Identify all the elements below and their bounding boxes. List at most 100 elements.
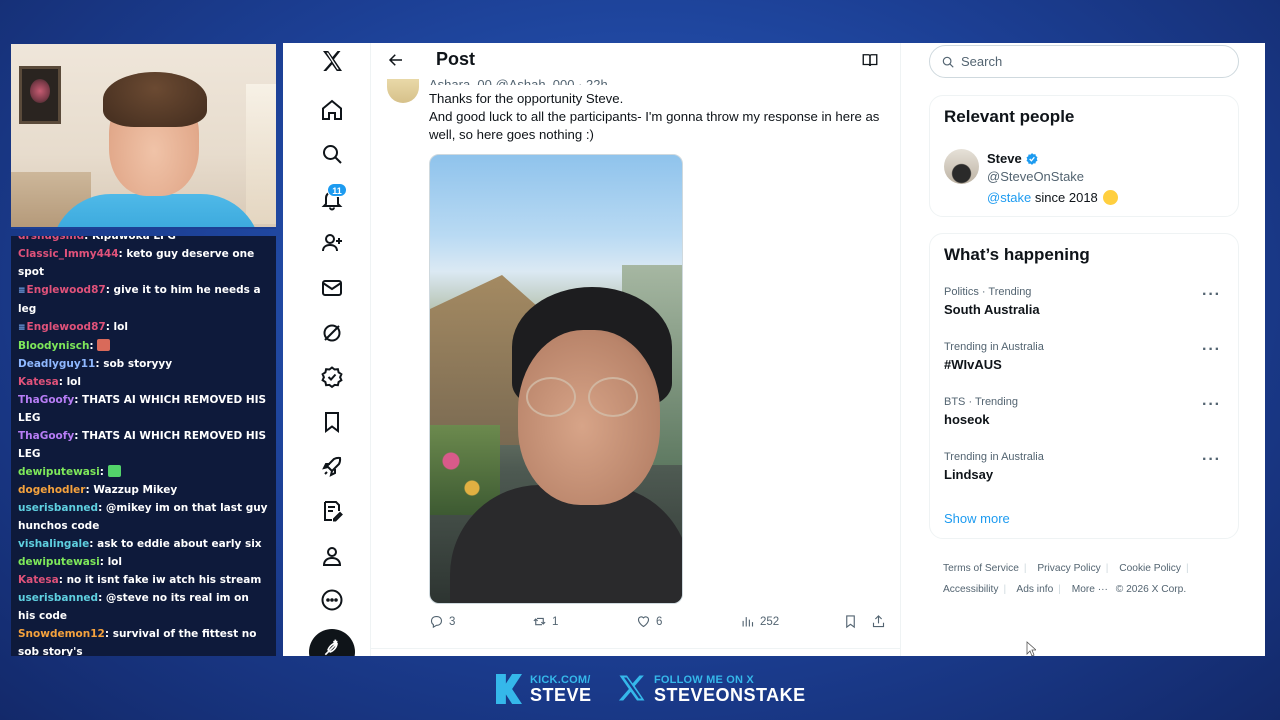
chat-separator: : [58,376,67,388]
webcam-feed [11,44,276,229]
home-icon[interactable] [319,97,345,123]
chat-username[interactable]: Bloodynisch [18,340,89,352]
bookmark-button[interactable] [843,614,858,629]
chat-username[interactable]: dogehodler [18,484,85,496]
tweet-line-2: And good luck to all the participants- I… [429,109,880,142]
chat-username[interactable]: ThaGoofy [18,430,74,442]
articles-icon[interactable] [319,498,345,524]
mouse-cursor-icon [1026,641,1036,657]
bookmarks-icon[interactable] [319,409,345,435]
chat-message: vishalingale: ask to eddie about early s… [18,535,269,553]
verified-orgs-icon[interactable] [319,364,345,390]
x-handle: STEVEONSTAKE [654,685,806,705]
post-divider [371,648,900,649]
chat-separator: : [58,574,67,586]
back-arrow-icon[interactable] [387,51,407,71]
chat-username[interactable]: ThaGoofy [18,394,74,406]
more-link[interactable]: More ··· [1072,584,1108,595]
cookie-link[interactable]: Cookie Policy [1119,563,1181,574]
chat-separator: : [104,628,113,640]
search-input[interactable] [961,54,1211,69]
chat-username[interactable]: dewiputewasi [18,466,100,478]
chat-badge-icon: ≡ [18,286,26,296]
chat-username[interactable]: Classic_Immy444 [18,248,119,260]
tweet-video[interactable] [429,154,683,604]
chat-username[interactable]: userisbanned [18,502,98,514]
trend-name: Lindsay [944,467,994,482]
chat-separator: : [98,502,106,514]
chat-message: ThaGoofy: THATS AI WHICH REMOVED HIS LEG [18,427,269,463]
trend-item[interactable]: Trending in Australia Lindsay ··· [944,451,1229,482]
tweet-author-avatar[interactable] [387,79,419,103]
chat-message: Katesa: lol [18,373,269,391]
relevant-person-handle[interactable]: @SteveOnStake [987,169,1084,184]
accessibility-link[interactable]: Accessibility [943,584,998,595]
post-header: Post [371,43,900,79]
trend-more-icon[interactable]: ··· [1202,341,1221,359]
ads-info-link[interactable]: Ads info [1016,584,1053,595]
chat-username[interactable]: Englewood87 [27,284,106,296]
trend-more-icon[interactable]: ··· [1202,286,1221,304]
terms-link[interactable]: Terms of Service [943,563,1019,574]
x-logo-icon[interactable] [319,48,345,74]
bio-mention-link[interactable]: @stake [987,190,1031,205]
copyright-text: © 2026 X Corp. [1115,584,1187,595]
chat-username[interactable]: userisbanned [18,592,98,604]
trend-more-icon[interactable]: ··· [1202,396,1221,414]
chat-message: userisbanned: @mikey im on that last guy… [18,499,269,535]
more-icon[interactable] [319,587,345,613]
repost-button[interactable]: 1 [532,614,558,629]
repost-count: 1 [552,615,559,628]
chat-text: lol [107,556,122,568]
messages-icon[interactable] [319,275,345,301]
steve-avatar[interactable] [944,149,979,184]
chat-text: sob storyyy [103,358,173,370]
chat-username[interactable]: Katesa [18,376,59,388]
trend-item[interactable]: Trending in Australia #WIvAUS ··· [944,341,1229,372]
chat-username[interactable]: Katesa [18,574,59,586]
reader-mode-icon[interactable] [861,51,881,71]
tweet-text: Thanks for the opportunity Steve. And go… [429,90,889,144]
chat-separator: : [98,592,106,604]
trend-item[interactable]: BTS · Trending hoseok ··· [944,396,1229,427]
privacy-link[interactable]: Privacy Policy [1037,563,1100,574]
video-person-face [518,330,660,505]
search-icon[interactable] [319,141,345,167]
search-box[interactable] [929,45,1239,78]
chat-username[interactable]: Deadlyguy11 [18,358,95,370]
chat-separator: : [84,236,92,242]
stream-chat: drsnugsmd: Kipuwoka LFG Classic_Immy444: … [11,236,276,656]
show-more-link[interactable]: Show more [944,511,1010,526]
x-browser-window: 11 Post Ashara_00 @Ashah_000 · 22h Thank… [283,43,1265,656]
chat-username[interactable]: Snowdemon12 [18,628,105,640]
grok-icon[interactable] [319,320,345,346]
follow-icon[interactable] [319,230,345,256]
chat-username[interactable]: drsnugsmd [18,236,84,242]
x-logo-icon [617,673,647,703]
chat-emote-icon [107,465,121,477]
profile-icon[interactable] [319,543,345,569]
reply-icon [430,615,443,629]
video-person-glasses [522,377,642,417]
chat-message: Classic_Immy444: keto guy deserve one sp… [18,245,269,281]
like-button[interactable]: 6 [636,614,662,629]
trend-more-icon[interactable]: ··· [1202,451,1221,469]
views-button[interactable]: 252 [740,614,779,629]
relevant-person-name[interactable]: Steve [987,151,1039,166]
chat-username[interactable]: vishalingale [18,538,89,550]
share-button[interactable] [871,614,886,629]
chat-message: ≡Englewood87: lol [18,318,269,337]
chat-message: Snowdemon12: survival of the fittest no … [18,625,269,656]
chat-separator: : [89,538,98,550]
chat-username[interactable]: Englewood87 [27,321,106,333]
trend-item[interactable]: Politics · Trending South Australia ··· [944,286,1229,317]
chat-username[interactable]: dewiputewasi [18,556,100,568]
compose-post-button[interactable] [309,629,355,656]
chat-separator: : [105,284,114,296]
rocket-icon[interactable] [319,454,345,480]
chat-message: Deadlyguy11: sob storyyy [18,355,269,373]
kick-channel-name: STEVE [530,685,592,705]
reply-button[interactable]: 3 [429,614,455,629]
trend-name: #WIvAUS [944,357,1002,372]
chat-text: Kipuwoka LFG [91,236,176,242]
